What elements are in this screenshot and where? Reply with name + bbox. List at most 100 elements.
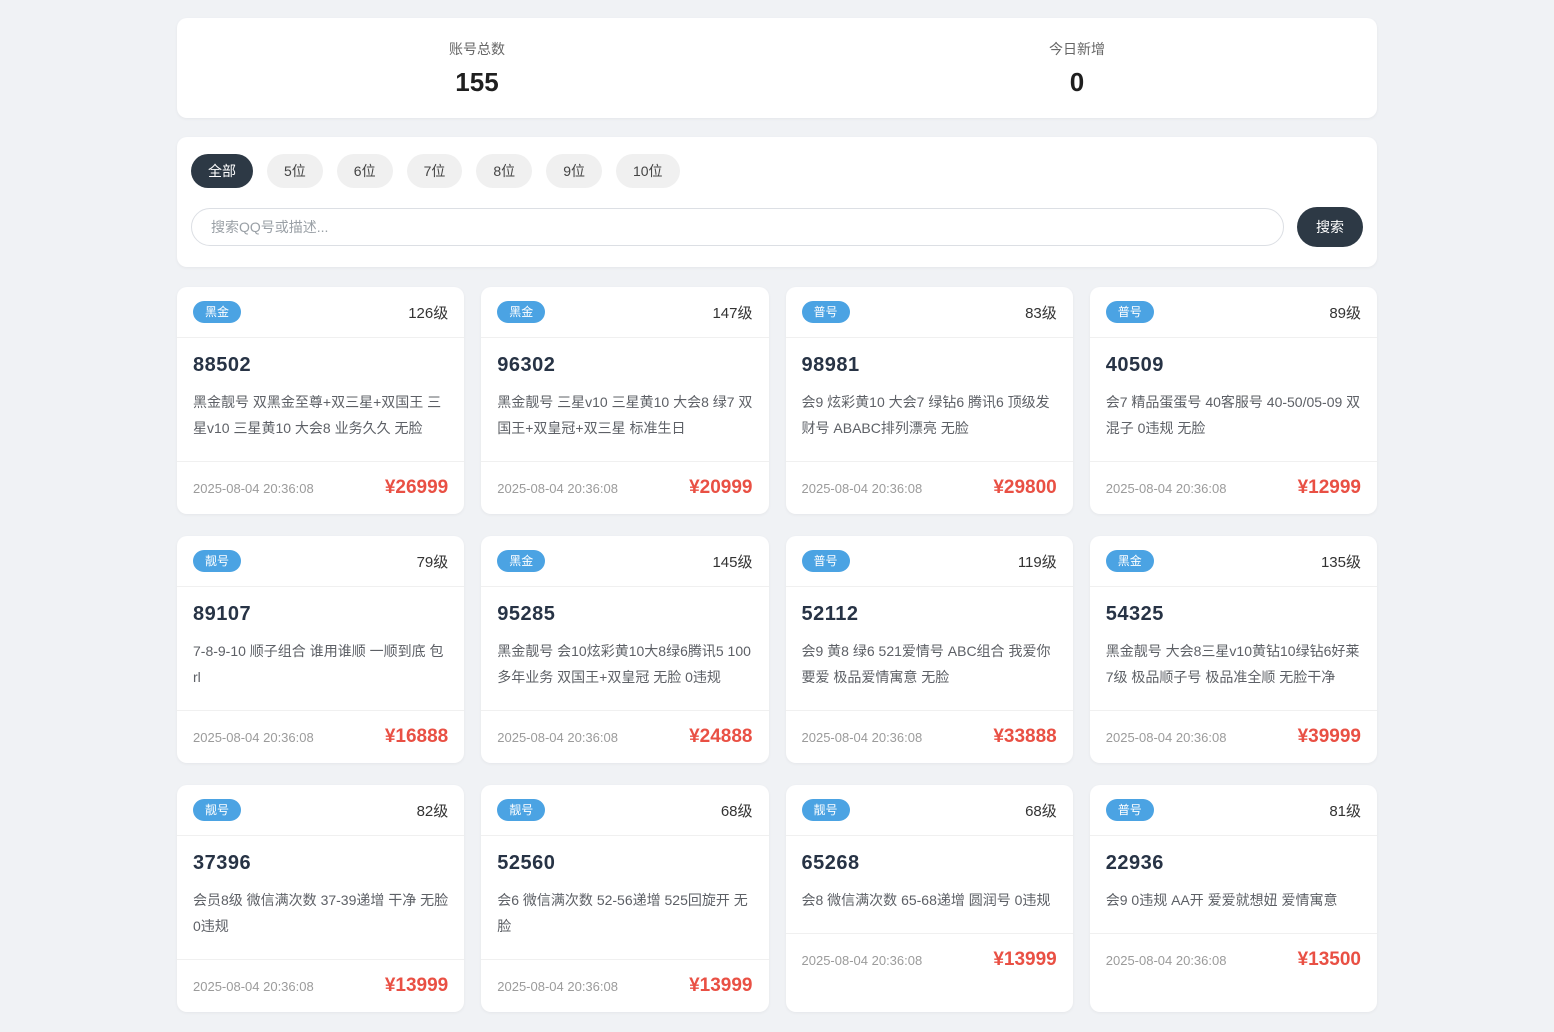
- level-label: 119级: [1017, 553, 1057, 571]
- account-description: 会7 精品蛋蛋号 40客服号 40-50/05-09 双混子 0违规 无脸: [1105, 394, 1361, 436]
- level-label: 135级: [1320, 553, 1361, 571]
- category-badge: 普号: [1105, 799, 1154, 821]
- card-footer: 2025-08-04 20:36:08 ¥33888: [785, 710, 1073, 763]
- qq-number: 96302: [497, 354, 556, 376]
- price: ¥26999: [384, 477, 449, 498]
- search-row: 搜索: [191, 207, 1363, 247]
- card-header: 靓号 79级: [177, 536, 465, 587]
- card-footer: 2025-08-04 20:36:08 ¥13500: [1089, 933, 1377, 986]
- account-card[interactable]: 黑金 126级 88502 黑金靓号 双黑金至尊+双三星+双国王 三星v10 三…: [177, 287, 465, 514]
- qq-number: 65268: [801, 852, 860, 874]
- card-header: 黑金 147级: [481, 287, 769, 338]
- digit-filter-tab[interactable]: 10位: [615, 154, 680, 188]
- card-header: 普号 119级: [785, 536, 1073, 587]
- stat-label: 账号总数: [449, 40, 505, 57]
- card-body: 54325 黑金靓号 大会8三星v10黄钻10绿钻6好莱7级 极品顺子号 极品准…: [1090, 587, 1377, 710]
- level-label: 126级: [408, 304, 449, 322]
- listing-date: 2025-08-04 20:36:08: [801, 729, 923, 745]
- category-badge: 靓号: [193, 550, 242, 572]
- category-badge: 黑金: [497, 550, 546, 572]
- stat-total-accounts: 账号总数 155: [177, 18, 777, 118]
- card-header: 普号 89级: [1089, 287, 1377, 338]
- card-footer: 2025-08-04 20:36:08 ¥13999: [481, 959, 769, 1012]
- digit-filter-tab[interactable]: 9位: [546, 154, 602, 188]
- category-badge: 黑金: [497, 301, 546, 323]
- card-footer: 2025-08-04 20:36:08 ¥12999: [1089, 461, 1377, 514]
- listing-date: 2025-08-04 20:36:08: [497, 978, 618, 994]
- qq-number: 22936: [1105, 852, 1164, 874]
- price: ¥13500: [1297, 949, 1361, 970]
- account-card[interactable]: 黑金 135级 54325 黑金靓号 大会8三星v10黄钻10绿钻6好莱7级 极…: [1089, 536, 1377, 763]
- listing-date: 2025-08-04 20:36:08: [497, 480, 618, 496]
- account-description: 黑金靓号 会10炫彩黄10大8绿6腾讯5 100多年业务 双国王+双皇冠 无脸 …: [497, 643, 751, 685]
- account-description: 7-8-9-10 顺子组合 谁用谁顺 一顺到底 包rl: [193, 643, 444, 685]
- account-card[interactable]: 黑金 145级 95285 黑金靓号 会10炫彩黄10大8绿6腾讯5 100多年…: [481, 536, 769, 763]
- account-card[interactable]: 靓号 68级 52560 会6 微信满次数 52-56递增 525回旋开 无脸 …: [481, 785, 769, 1012]
- qq-number: 40509: [1105, 354, 1164, 376]
- listing-date: 2025-08-04 20:36:08: [1105, 952, 1227, 968]
- digit-filter-tabs: 全部 5位 6位 7位 8位 9位 10位: [191, 154, 1363, 188]
- account-description: 黑金靓号 大会8三星v10黄钻10绿钻6好莱7级 极品顺子号 极品准全顺 无脸干…: [1105, 643, 1360, 685]
- account-description: 会9 0违规 AA开 爱爱就想妞 爱情寓意: [1105, 892, 1338, 908]
- price: ¥12999: [1297, 477, 1361, 498]
- category-badge: 靓号: [497, 799, 546, 821]
- card-header: 黑金 145级: [481, 536, 769, 587]
- stat-value: 155: [455, 66, 499, 97]
- page-container: 账号总数 155 今日新增 0 全部 5位 6位 7位 8位 9位 10位 搜索 黑金 12…: [177, 0, 1377, 1032]
- card-footer: 2025-08-04 20:36:08 ¥13999: [785, 933, 1073, 986]
- card-body: 37396 会员8级 微信满次数 37-39递增 干净 无脸 0违规: [177, 836, 464, 959]
- stat-label: 今日新增: [1049, 40, 1105, 57]
- search-input[interactable]: [191, 208, 1284, 246]
- card-footer: 2025-08-04 20:36:08 ¥29800: [785, 461, 1073, 514]
- level-label: 83级: [1025, 304, 1057, 322]
- qq-number: 95285: [497, 603, 556, 625]
- listing-date: 2025-08-04 20:36:08: [1105, 480, 1227, 496]
- level-label: 68级: [1025, 802, 1057, 820]
- card-header: 靓号 68级: [481, 785, 769, 836]
- card-footer: 2025-08-04 20:36:08 ¥20999: [481, 461, 769, 514]
- account-card[interactable]: 靓号 82级 37396 会员8级 微信满次数 37-39递增 干净 无脸 0违…: [177, 785, 465, 1012]
- category-badge: 普号: [801, 550, 850, 572]
- account-description: 黑金靓号 三星v10 三星黄10 大会8 绿7 双国王+双皇冠+双三星 标准生日: [497, 394, 753, 436]
- digit-filter-tab[interactable]: 5位: [267, 154, 323, 188]
- level-label: 79级: [416, 553, 449, 571]
- digit-filter-tab[interactable]: 7位: [406, 154, 463, 188]
- digit-filter-tab[interactable]: 6位: [336, 154, 393, 188]
- account-card[interactable]: 靓号 68级 65268 会8 微信满次数 65-68递增 圆润号 0违规 20…: [785, 785, 1073, 1012]
- account-card[interactable]: 普号 83级 98981 会9 炫彩黄10 大会7 绿钻6 腾讯6 顶级发财号 …: [785, 287, 1073, 514]
- account-card[interactable]: 普号 81级 22936 会9 0违规 AA开 爱爱就想妞 爱情寓意 2025-…: [1089, 785, 1377, 1012]
- qq-number: 88502: [193, 354, 252, 376]
- card-body: 95285 黑金靓号 会10炫彩黄10大8绿6腾讯5 100多年业务 双国王+双…: [481, 587, 768, 710]
- card-header: 靓号 82级: [177, 785, 465, 836]
- stat-new-today: 今日新增 0: [777, 18, 1377, 118]
- level-label: 147级: [712, 304, 753, 322]
- account-description: 黑金靓号 双黑金至尊+双三星+双国王 三星v10 三星黄10 大会8 业务久久 …: [193, 394, 442, 436]
- level-label: 145级: [712, 553, 753, 571]
- price: ¥13999: [689, 975, 753, 996]
- digit-filter-tab[interactable]: 8位: [476, 154, 533, 188]
- account-card[interactable]: 普号 119级 52112 会9 黄8 绿6 521爱情号 ABC组合 我爱你要…: [785, 536, 1073, 763]
- price: ¥24888: [689, 726, 753, 747]
- account-card[interactable]: 靓号 79级 89107 7-8-9-10 顺子组合 谁用谁顺 一顺到底 包rl…: [177, 536, 465, 763]
- price: ¥16888: [384, 726, 449, 747]
- qq-number: 37396: [193, 852, 252, 874]
- price: ¥33888: [993, 726, 1057, 747]
- category-badge: 黑金: [1105, 550, 1154, 572]
- card-footer: 2025-08-04 20:36:08 ¥16888: [177, 710, 465, 763]
- card-body: 65268 会8 微信满次数 65-68递增 圆润号 0违规: [786, 836, 1073, 933]
- card-body: 52112 会9 黄8 绿6 521爱情号 ABC组合 我爱你要爱 极品爱情寓意…: [786, 587, 1073, 710]
- card-footer: 2025-08-04 20:36:08 ¥24888: [481, 710, 769, 763]
- qq-number: 89107: [193, 603, 252, 625]
- card-footer: 2025-08-04 20:36:08 ¥13999: [177, 959, 465, 1012]
- listing-date: 2025-08-04 20:36:08: [801, 480, 923, 496]
- search-button[interactable]: 搜索: [1297, 207, 1363, 247]
- digit-filter-tab[interactable]: 全部: [191, 154, 253, 188]
- listing-date: 2025-08-04 20:36:08: [193, 978, 314, 994]
- card-footer: 2025-08-04 20:36:08 ¥39999: [1089, 710, 1377, 763]
- price: ¥13999: [384, 975, 449, 996]
- category-badge: 普号: [1105, 301, 1154, 323]
- account-card[interactable]: 普号 89级 40509 会7 精品蛋蛋号 40客服号 40-50/05-09 …: [1089, 287, 1377, 514]
- account-card[interactable]: 黑金 147级 96302 黑金靓号 三星v10 三星黄10 大会8 绿7 双国…: [481, 287, 769, 514]
- level-label: 82级: [416, 802, 449, 820]
- listing-date: 2025-08-04 20:36:08: [1105, 729, 1227, 745]
